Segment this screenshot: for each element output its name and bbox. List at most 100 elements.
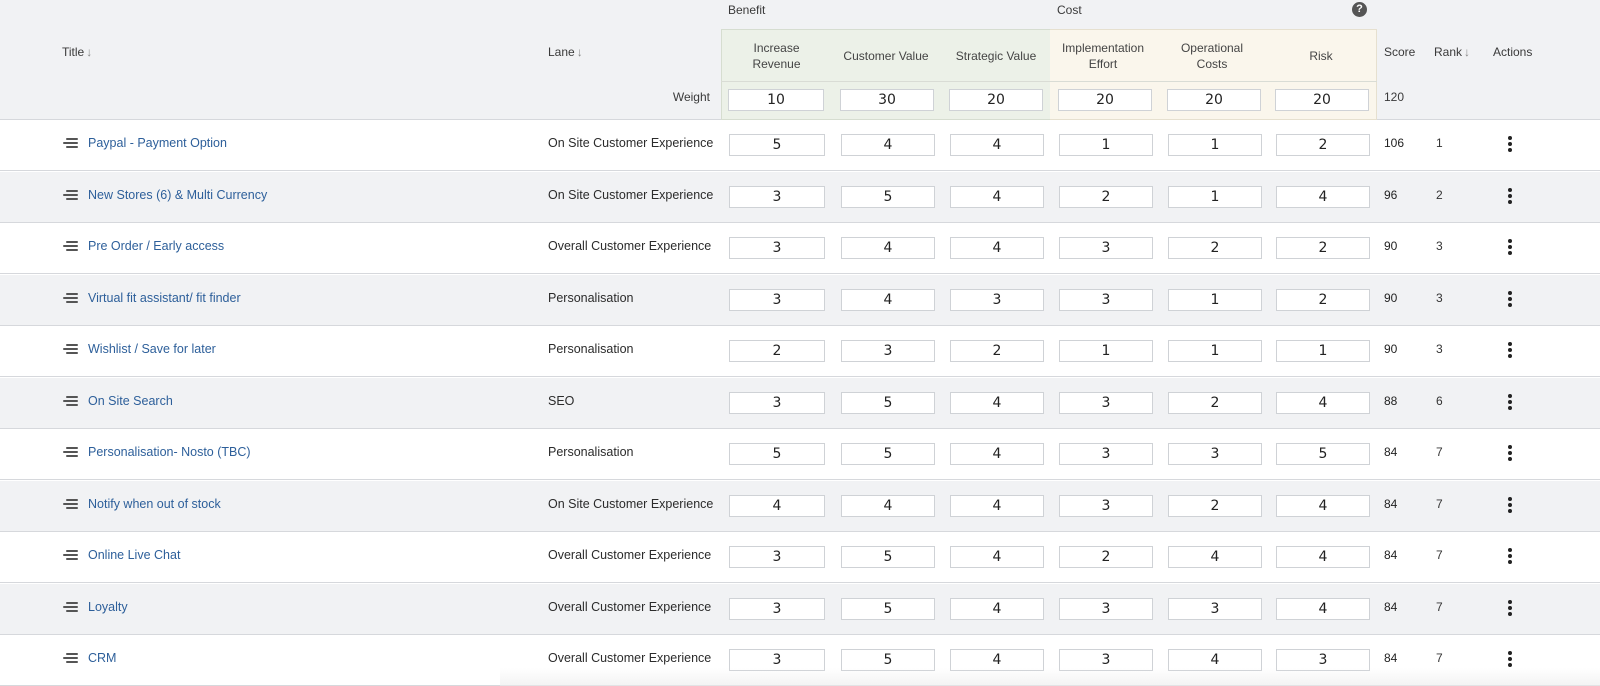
drag-handle-icon[interactable] — [63, 447, 78, 459]
score-input-customer-value[interactable]: 5 — [841, 597, 935, 620]
item-title-link[interactable]: Online Live Chat — [88, 548, 180, 562]
more-vertical-icon[interactable] — [1505, 287, 1515, 311]
weight-input-customer-value[interactable]: 30 — [840, 89, 934, 111]
score-input-implementation-effort[interactable]: 3 — [1059, 597, 1153, 620]
more-vertical-icon[interactable] — [1505, 441, 1515, 465]
column-header-rank[interactable]: Rank ↓ — [1434, 45, 1470, 59]
score-input-increase-revenue[interactable]: 3 — [729, 546, 825, 568]
item-title-link[interactable]: Paypal - Payment Option — [88, 136, 227, 150]
score-input-implementation-effort[interactable]: 2 — [1059, 185, 1153, 208]
weight-input-implementation-effort[interactable]: 20 — [1058, 89, 1152, 111]
score-input-strategic-value[interactable]: 4 — [950, 443, 1044, 465]
drag-handle-icon[interactable] — [63, 498, 78, 511]
drag-handle-icon[interactable] — [63, 344, 78, 356]
more-vertical-icon[interactable] — [1505, 596, 1515, 620]
criterion-header-strategic-value[interactable]: Strategic Value — [946, 34, 1046, 78]
score-input-customer-value[interactable]: 5 — [841, 185, 935, 208]
score-input-risk[interactable]: 5 — [1276, 443, 1370, 465]
drag-handle-icon[interactable] — [63, 601, 78, 614]
weight-input-operational-costs[interactable]: 20 — [1167, 89, 1261, 111]
score-input-implementation-effort[interactable]: 3 — [1059, 494, 1153, 517]
score-input-strategic-value[interactable]: 2 — [950, 340, 1044, 362]
score-input-strategic-value[interactable]: 4 — [950, 597, 1044, 620]
more-vertical-icon[interactable] — [1505, 338, 1515, 362]
score-input-increase-revenue[interactable]: 3 — [729, 391, 825, 414]
score-input-operational-costs[interactable]: 1 — [1168, 340, 1262, 362]
score-input-implementation-effort[interactable]: 2 — [1059, 546, 1153, 568]
drag-handle-icon[interactable] — [63, 550, 78, 562]
drag-handle-icon[interactable] — [63, 189, 78, 202]
score-input-strategic-value[interactable]: 4 — [950, 185, 1044, 208]
item-title-link[interactable]: Loyalty — [88, 600, 128, 614]
score-input-customer-value[interactable]: 5 — [841, 391, 935, 414]
score-input-increase-revenue[interactable]: 2 — [729, 340, 825, 362]
score-input-operational-costs[interactable]: 1 — [1168, 134, 1262, 156]
more-vertical-icon[interactable] — [1505, 132, 1515, 156]
score-input-operational-costs[interactable]: 1 — [1168, 185, 1262, 208]
score-input-implementation-effort[interactable]: 1 — [1059, 340, 1153, 362]
score-input-operational-costs[interactable]: 1 — [1168, 288, 1262, 311]
score-input-strategic-value[interactable]: 4 — [950, 546, 1044, 568]
score-input-implementation-effort[interactable]: 3 — [1059, 288, 1153, 311]
more-vertical-icon[interactable] — [1505, 493, 1515, 517]
score-input-risk[interactable]: 4 — [1276, 391, 1370, 414]
drag-handle-icon[interactable] — [63, 241, 78, 253]
score-input-customer-value[interactable]: 4 — [841, 288, 935, 311]
criterion-header-customer-value[interactable]: Customer Value — [836, 34, 936, 78]
score-input-implementation-effort[interactable]: 1 — [1059, 134, 1153, 156]
more-vertical-icon[interactable] — [1505, 544, 1515, 568]
score-input-increase-revenue[interactable]: 3 — [729, 649, 825, 671]
column-header-lane[interactable]: Lane ↓ — [548, 45, 583, 59]
more-vertical-icon[interactable] — [1505, 390, 1515, 414]
score-input-increase-revenue[interactable]: 3 — [729, 185, 825, 208]
drag-handle-icon[interactable] — [63, 395, 78, 408]
score-input-strategic-value[interactable]: 4 — [950, 134, 1044, 156]
score-input-operational-costs[interactable]: 2 — [1168, 391, 1262, 414]
item-title-link[interactable]: Notify when out of stock — [88, 497, 221, 511]
drag-handle-icon[interactable] — [63, 653, 78, 665]
weight-input-strategic-value[interactable]: 20 — [949, 89, 1043, 111]
item-title-link[interactable]: CRM — [88, 651, 116, 665]
criterion-header-increase-revenue[interactable]: Increase Revenue — [730, 34, 823, 78]
score-input-risk[interactable]: 2 — [1276, 237, 1370, 259]
score-input-strategic-value[interactable]: 4 — [950, 237, 1044, 259]
score-input-risk[interactable]: 4 — [1276, 494, 1370, 517]
score-input-customer-value[interactable]: 5 — [841, 649, 935, 671]
score-input-risk[interactable]: 2 — [1276, 134, 1370, 156]
score-input-increase-revenue[interactable]: 5 — [729, 134, 825, 156]
item-title-link[interactable]: Virtual fit assistant/ fit finder — [88, 291, 241, 305]
score-input-operational-costs[interactable]: 2 — [1168, 494, 1262, 517]
item-title-link[interactable]: New Stores (6) & Multi Currency — [88, 188, 267, 202]
score-input-strategic-value[interactable]: 4 — [950, 391, 1044, 414]
score-input-operational-costs[interactable]: 2 — [1168, 237, 1262, 259]
weight-input-risk[interactable]: 20 — [1275, 89, 1369, 111]
question-circle-icon[interactable]: ? — [1352, 2, 1367, 17]
score-input-customer-value[interactable]: 4 — [841, 494, 935, 517]
score-input-operational-costs[interactable]: 4 — [1168, 546, 1262, 568]
score-input-increase-revenue[interactable]: 3 — [729, 288, 825, 311]
drag-handle-icon[interactable] — [63, 292, 78, 305]
criterion-header-implementation-effort[interactable]: Implementation Effort — [1053, 34, 1153, 78]
column-header-title[interactable]: Title ↓ — [62, 45, 92, 59]
score-input-operational-costs[interactable]: 3 — [1168, 597, 1262, 620]
more-vertical-icon[interactable] — [1505, 235, 1515, 259]
criterion-header-operational-costs[interactable]: Operational Costs — [1167, 34, 1257, 78]
score-input-implementation-effort[interactable]: 3 — [1059, 443, 1153, 465]
score-input-strategic-value[interactable]: 4 — [950, 649, 1044, 671]
score-input-customer-value[interactable]: 4 — [841, 237, 935, 259]
item-title-link[interactable]: On Site Search — [88, 394, 173, 408]
criterion-header-risk[interactable]: Risk — [1275, 34, 1367, 78]
score-input-risk[interactable]: 4 — [1276, 185, 1370, 208]
score-input-operational-costs[interactable]: 4 — [1168, 649, 1262, 671]
more-vertical-icon[interactable] — [1505, 184, 1515, 208]
drag-handle-icon[interactable] — [63, 138, 78, 150]
score-input-customer-value[interactable]: 5 — [841, 546, 935, 568]
item-title-link[interactable]: Pre Order / Early access — [88, 239, 224, 253]
score-input-risk[interactable]: 4 — [1276, 597, 1370, 620]
score-input-implementation-effort[interactable]: 3 — [1059, 391, 1153, 414]
score-input-strategic-value[interactable]: 3 — [950, 288, 1044, 311]
score-input-risk[interactable]: 4 — [1276, 546, 1370, 568]
item-title-link[interactable]: Wishlist / Save for later — [88, 342, 216, 356]
score-input-increase-revenue[interactable]: 5 — [729, 443, 825, 465]
item-title-link[interactable]: Personalisation- Nosto (TBC) — [88, 445, 251, 459]
